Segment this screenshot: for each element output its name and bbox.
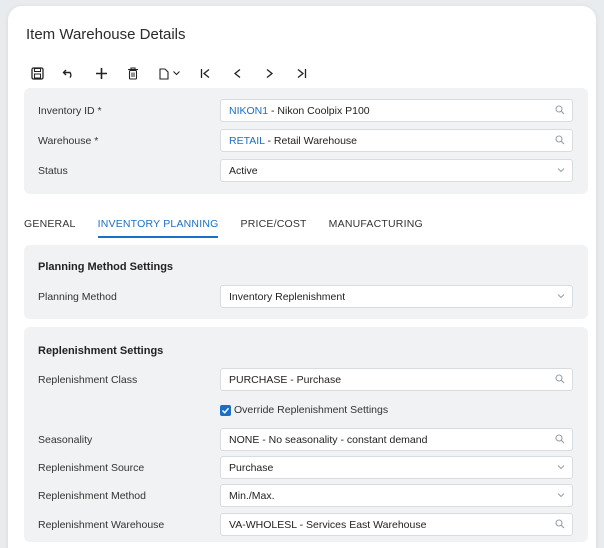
search-icon[interactable] [555, 374, 565, 387]
tab-inventory-planning[interactable]: INVENTORY PLANNING [97, 216, 219, 238]
search-icon[interactable] [555, 105, 565, 118]
planning-method-panel: Planning Method Settings Planning Method… [24, 245, 588, 319]
copy-paste-icon [158, 67, 170, 80]
inventory-id-label: Inventory ID * [38, 105, 102, 117]
status-label: Status [38, 165, 68, 177]
replenishment-source-row: Replenishment Source Purchase [24, 455, 588, 481]
warehouse-code[interactable]: RETAIL [229, 135, 265, 147]
undo-button[interactable] [58, 62, 80, 84]
replenishment-warehouse-value: VA-WHOLESL - Services East Warehouse [229, 519, 427, 531]
warehouse-desc: - Retail Warehouse [264, 135, 358, 147]
item-warehouse-details-card: Item Warehouse Details Inventory ID * NI… [8, 6, 596, 548]
override-row: Override Replenishment Settings [24, 398, 588, 424]
save-icon [30, 66, 44, 80]
planning-method-value: Inventory Replenishment [229, 291, 346, 303]
replenishment-method-select[interactable]: Min./Max. [220, 484, 573, 507]
inventory-id-desc: - Nikon Coolpix P100 [268, 105, 370, 117]
planning-method-row: Planning Method Inventory Replenishment [24, 284, 588, 310]
replenishment-method-label: Replenishment Method [38, 490, 146, 502]
replenishment-method-value: Min./Max. [229, 490, 275, 502]
planning-method-label: Planning Method [38, 291, 117, 303]
replenishment-class-label: Replenishment Class [38, 374, 138, 386]
planning-method-select[interactable]: Inventory Replenishment [220, 285, 573, 308]
inventory-id-row: Inventory ID * NIKON1 - Nikon Coolpix P1… [24, 98, 588, 124]
copy-paste-button[interactable] [154, 62, 184, 84]
inventory-id-field[interactable]: NIKON1 - Nikon Coolpix P100 [220, 99, 573, 122]
chevron-down-icon[interactable] [557, 490, 565, 503]
seasonality-field[interactable]: NONE - No seasonality - constant demand [220, 428, 573, 451]
status-value: Active [229, 165, 258, 177]
replenishment-warehouse-row: Replenishment Warehouse VA-WHOLESL - Ser… [24, 512, 588, 538]
replenishment-class-value: PURCHASE - Purchase [229, 374, 342, 386]
first-record-icon [200, 68, 211, 79]
status-select[interactable]: Active [220, 159, 573, 182]
override-label: Override Replenishment Settings [234, 404, 389, 416]
replenishment-warehouse-field[interactable]: VA-WHOLESL - Services East Warehouse [220, 513, 573, 536]
previous-record-button[interactable] [226, 62, 248, 84]
replenishment-source-value: Purchase [229, 462, 274, 474]
tab-manufacturing[interactable]: MANUFACTURING [329, 216, 423, 238]
undo-icon [62, 67, 76, 79]
tab-bar: GENERAL INVENTORY PLANNING PRICE/COST MA… [24, 216, 588, 240]
seasonality-value: NONE - No seasonality - constant demand [229, 434, 428, 446]
header-panel: Inventory ID * NIKON1 - Nikon Coolpix P1… [24, 88, 588, 194]
next-record-button[interactable] [258, 62, 280, 84]
warehouse-field[interactable]: RETAIL - Retail Warehouse [220, 129, 573, 152]
replenishment-panel: Replenishment Settings Replenishment Cla… [24, 327, 588, 542]
replenishment-class-row: Replenishment Class PURCHASE - Purchase [24, 367, 588, 393]
override-checkbox[interactable] [220, 404, 231, 416]
replenishment-source-select[interactable]: Purchase [220, 456, 573, 479]
planning-section-title: Planning Method Settings [38, 261, 174, 273]
delete-icon [127, 66, 139, 80]
replenishment-warehouse-label: Replenishment Warehouse [38, 519, 165, 531]
page-title: Item Warehouse Details [26, 26, 186, 43]
previous-record-icon [233, 68, 242, 79]
seasonality-row: Seasonality NONE - No seasonality - cons… [24, 427, 588, 453]
warehouse-label: Warehouse * [38, 135, 99, 147]
toolbar [26, 60, 322, 86]
chevron-down-icon[interactable] [557, 291, 565, 304]
last-record-button[interactable] [290, 62, 312, 84]
chevron-down-icon [173, 70, 180, 76]
chevron-down-icon[interactable] [557, 462, 565, 475]
replenishment-class-field[interactable]: PURCHASE - Purchase [220, 368, 573, 391]
search-icon[interactable] [555, 519, 565, 532]
add-icon [95, 67, 108, 80]
first-record-button[interactable] [194, 62, 216, 84]
status-row: Status Active [24, 158, 588, 184]
tab-general[interactable]: GENERAL [24, 216, 76, 238]
next-record-icon [265, 68, 274, 79]
warehouse-row: Warehouse * RETAIL - Retail Warehouse [24, 128, 588, 154]
add-button[interactable] [90, 62, 112, 84]
search-icon[interactable] [555, 135, 565, 148]
seasonality-label: Seasonality [38, 434, 93, 446]
tab-price-cost[interactable]: PRICE/COST [240, 216, 306, 238]
replenishment-method-row: Replenishment Method Min./Max. [24, 483, 588, 509]
replenishment-source-label: Replenishment Source [38, 462, 145, 474]
inventory-id-code[interactable]: NIKON1 [229, 105, 268, 117]
save-button[interactable] [26, 62, 48, 84]
last-record-icon [296, 68, 307, 79]
delete-button[interactable] [122, 62, 144, 84]
override-checkbox-line[interactable]: Override Replenishment Settings [220, 404, 388, 416]
search-icon[interactable] [555, 434, 565, 447]
chevron-down-icon[interactable] [557, 165, 565, 178]
replenishment-section-title: Replenishment Settings [38, 345, 164, 357]
